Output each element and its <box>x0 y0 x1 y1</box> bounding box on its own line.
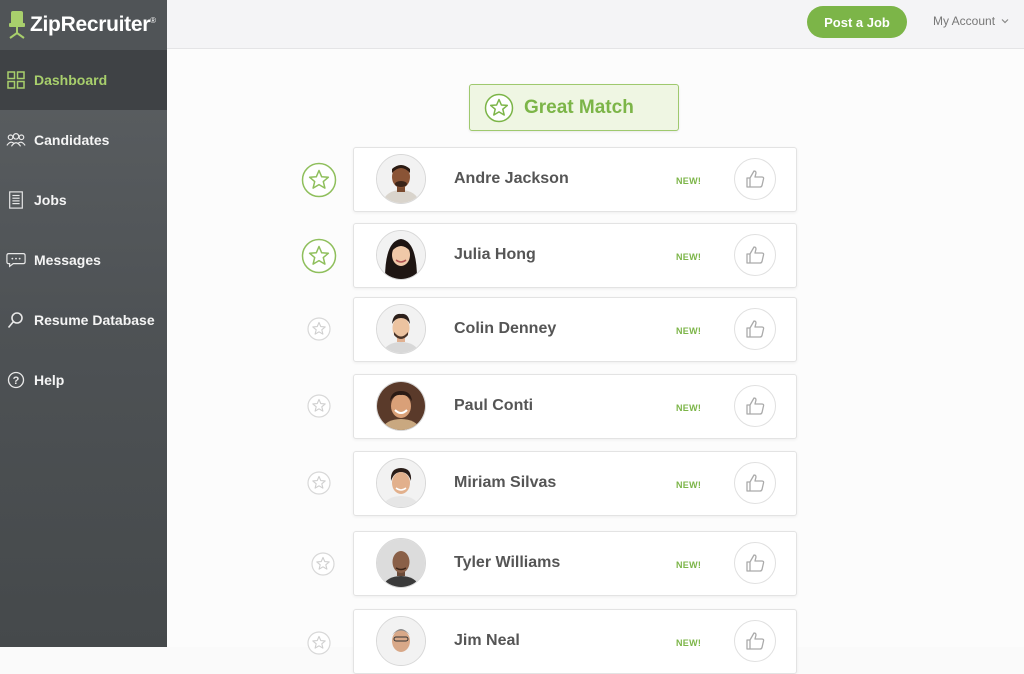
thumbs-up-button[interactable] <box>734 158 776 200</box>
avatar <box>376 616 426 666</box>
candidate-name[interactable]: Paul Conti <box>454 397 533 415</box>
sidebar-item-label: Jobs <box>34 192 67 208</box>
candidate-card[interactable]: Julia Hong NEW! <box>353 223 797 288</box>
chair-logo-icon <box>9 11 25 39</box>
sidebar-item-label: Help <box>34 372 65 388</box>
sidebar-item-label: Resume Database <box>34 312 155 328</box>
chevron-down-icon <box>1001 19 1009 24</box>
new-badge: NEW! <box>676 326 702 336</box>
svg-text:?: ? <box>13 375 20 387</box>
candidate-name[interactable]: Colin Denney <box>454 320 556 338</box>
thumbs-up-button[interactable] <box>734 308 776 350</box>
sidebar-item-label: Candidates <box>34 132 110 148</box>
great-match-filter[interactable]: Great Match <box>469 84 679 131</box>
new-badge: NEW! <box>676 560 702 570</box>
candidate-card[interactable]: Miriam Silvas NEW! <box>353 451 797 516</box>
candidates-people-icon <box>6 130 26 150</box>
candidate-card[interactable]: Tyler Williams NEW! <box>353 531 797 596</box>
sidebar-item-resume-database[interactable]: Resume Database <box>0 290 167 350</box>
new-badge: NEW! <box>676 480 702 490</box>
brand-name: ZipRecruiter <box>30 13 151 36</box>
new-badge: NEW! <box>676 403 702 413</box>
great-match-label: Great Match <box>524 96 634 118</box>
star-icon <box>484 93 514 122</box>
sidebar: ZipRecruiter ® Dashboard Candidates Jobs … <box>0 0 167 647</box>
star-icon[interactable] <box>307 394 331 418</box>
messages-bubble-icon <box>6 250 26 270</box>
help-circle-icon: ? <box>6 370 26 390</box>
candidate-name[interactable]: Miriam Silvas <box>454 474 556 492</box>
search-icon <box>6 310 26 330</box>
sidebar-item-label: Messages <box>34 252 101 268</box>
candidate-name[interactable]: Tyler Williams <box>454 554 560 572</box>
thumbs-up-icon <box>746 397 765 415</box>
my-account-menu[interactable]: My Account <box>933 14 1009 28</box>
my-account-label: My Account <box>933 14 996 28</box>
star-icon[interactable] <box>311 552 335 576</box>
avatar <box>376 154 426 204</box>
thumbs-up-button[interactable] <box>734 620 776 662</box>
post-a-job-button[interactable]: Post a Job <box>807 6 907 38</box>
new-badge: NEW! <box>676 176 702 186</box>
main-content: Great Match Andre Jackson NEW! Julia Hon… <box>167 49 1024 674</box>
sidebar-item-jobs[interactable]: Jobs <box>0 170 167 230</box>
avatar <box>376 304 426 354</box>
avatar <box>376 538 426 588</box>
candidate-card[interactable]: Colin Denney NEW! <box>353 297 797 362</box>
top-header: Post a Job My Account <box>167 0 1024 49</box>
star-icon[interactable] <box>307 317 331 341</box>
thumbs-up-button[interactable] <box>734 234 776 276</box>
candidate-card[interactable]: Jim Neal NEW! <box>353 609 797 674</box>
thumbs-up-icon <box>746 246 765 264</box>
star-icon[interactable] <box>301 162 337 198</box>
thumbs-up-button[interactable] <box>734 462 776 504</box>
brand-logo[interactable]: ZipRecruiter ® <box>0 0 167 51</box>
avatar <box>376 230 426 280</box>
thumbs-up-icon <box>746 320 765 338</box>
star-icon[interactable] <box>307 471 331 495</box>
sidebar-item-candidates[interactable]: Candidates <box>0 110 167 170</box>
thumbs-up-icon <box>746 474 765 492</box>
new-badge: NEW! <box>676 252 702 262</box>
thumbs-up-icon <box>746 554 765 572</box>
candidate-name[interactable]: Julia Hong <box>454 246 536 264</box>
candidate-name[interactable]: Jim Neal <box>454 632 520 650</box>
avatar <box>376 381 426 431</box>
sidebar-item-dashboard[interactable]: Dashboard <box>0 50 167 110</box>
candidate-card[interactable]: Andre Jackson NEW! <box>353 147 797 212</box>
star-icon[interactable] <box>301 238 337 274</box>
thumbs-up-button[interactable] <box>734 385 776 427</box>
sidebar-item-label: Dashboard <box>34 72 108 88</box>
sidebar-item-messages[interactable]: Messages <box>0 230 167 290</box>
thumbs-up-icon <box>746 170 765 188</box>
jobs-document-icon <box>6 190 26 210</box>
dashboard-grid-icon <box>6 70 26 90</box>
trademark-symbol: ® <box>150 15 156 25</box>
thumbs-up-button[interactable] <box>734 542 776 584</box>
candidate-name[interactable]: Andre Jackson <box>454 170 569 188</box>
candidate-card[interactable]: Paul Conti NEW! <box>353 374 797 439</box>
thumbs-up-icon <box>746 632 765 650</box>
sidebar-item-help[interactable]: ? Help <box>0 350 167 410</box>
star-icon[interactable] <box>307 631 331 655</box>
avatar <box>376 458 426 508</box>
